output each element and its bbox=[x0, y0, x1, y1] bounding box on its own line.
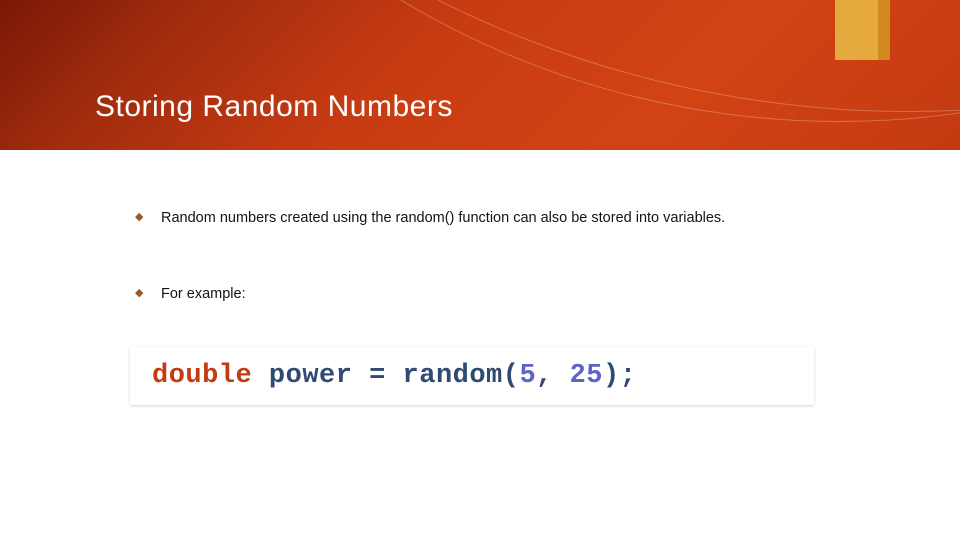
slide-header: Storing Random Numbers bbox=[0, 0, 960, 150]
code-token-number: 5 bbox=[519, 361, 536, 391]
code-snippet: double power = random(5, 25); bbox=[130, 347, 814, 405]
code-token-number: 25 bbox=[570, 361, 603, 391]
code-token-equals: = bbox=[369, 361, 386, 391]
code-token-call: random bbox=[403, 361, 503, 391]
code-token-paren-close: ) bbox=[603, 361, 620, 391]
code-token-ident: power bbox=[269, 361, 353, 391]
code-token-paren-open: ( bbox=[503, 361, 520, 391]
code-token-type: double bbox=[152, 361, 252, 391]
bullet-item: Random numbers created using the random(… bbox=[135, 208, 865, 228]
bullet-list: Random numbers created using the random(… bbox=[95, 208, 865, 305]
slide-title: Storing Random Numbers bbox=[95, 90, 453, 124]
gold-accent-tab bbox=[835, 0, 890, 60]
bullet-item: For example: bbox=[135, 284, 865, 304]
code-token-semicolon: ; bbox=[620, 361, 637, 391]
code-token-comma: , bbox=[536, 361, 569, 391]
